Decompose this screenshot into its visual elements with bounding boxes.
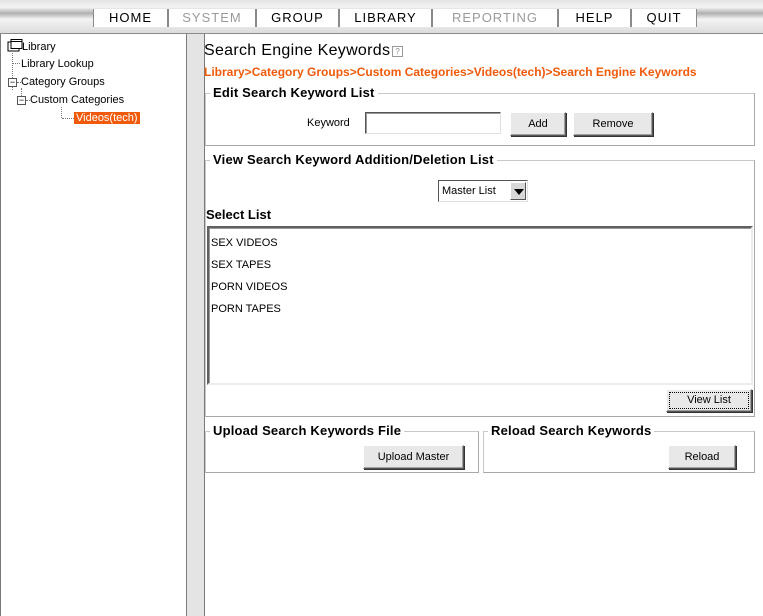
tree-node-videos-tech[interactable]: Videos(tech): [74, 111, 140, 125]
upload-master-button[interactable]: Upload Master: [363, 445, 464, 469]
page-title-text: Search Engine Keywords: [204, 42, 391, 59]
tree-node-category-groups[interactable]: Category Groups: [21, 75, 105, 89]
upload-keywords-fieldset: Upload Search Keywords File Upload Maste…: [205, 423, 479, 473]
list-type-select-value: Master List: [442, 185, 496, 197]
tree-node-selected-label: Videos(tech): [74, 112, 140, 124]
menu-help[interactable]: HELP: [558, 9, 631, 27]
view-list-button[interactable]: View List: [666, 389, 752, 412]
list-item[interactable]: PORN VIDEOS: [211, 280, 287, 294]
top-menu-bar: HOME SYSTEM GROUP LIBRARY REPORTING HELP…: [0, 0, 763, 34]
reload-keywords-legend: Reload Search Keywords: [488, 423, 655, 438]
navigation-tree-pane: Library Library Lookup − Category Groups…: [0, 34, 187, 616]
breadcrumb: Library>Category Groups>Custom Categorie…: [204, 65, 697, 79]
folder-icon: [7, 39, 23, 52]
chevron-down-icon[interactable]: [510, 182, 526, 200]
tree-node-library[interactable]: Library: [22, 40, 56, 54]
collapse-icon[interactable]: −: [8, 78, 17, 87]
menu-home[interactable]: HOME: [93, 9, 168, 27]
keyword-label: Keyword: [307, 117, 350, 129]
tree-node-library-lookup[interactable]: Library Lookup: [21, 57, 94, 71]
pane-divider[interactable]: [187, 34, 205, 616]
keyword-listbox[interactable]: SEX VIDEOS SEX TAPES PORN VIDEOS PORN TA…: [207, 226, 753, 385]
edit-keyword-fieldset: Edit Search Keyword List Keyword Add Rem…: [205, 85, 755, 146]
help-icon[interactable]: ?: [392, 46, 404, 57]
reload-keywords-fieldset: Reload Search Keywords Reload: [483, 423, 755, 473]
menu-quit[interactable]: QUIT: [631, 9, 697, 27]
list-item[interactable]: SEX TAPES: [211, 258, 271, 272]
tree-node-custom-categories[interactable]: Custom Categories: [30, 93, 124, 107]
list-type-select[interactable]: Master List: [438, 180, 528, 202]
menu-reporting[interactable]: REPORTING: [432, 9, 558, 27]
collapse-icon[interactable]: −: [17, 96, 26, 105]
page-title: Search Engine Keywords?: [204, 42, 404, 60]
reload-button[interactable]: Reload: [668, 445, 736, 469]
view-keyword-legend: View Search Keyword Addition/Deletion Li…: [210, 152, 497, 167]
tree-connector: [13, 63, 20, 64]
remove-button[interactable]: Remove: [573, 112, 653, 136]
tree-connector: [61, 107, 62, 118]
edit-keyword-legend: Edit Search Keyword List: [210, 85, 378, 100]
tree-connector: [62, 118, 74, 119]
keyword-input[interactable]: [365, 112, 501, 134]
menu-group[interactable]: GROUP: [256, 9, 339, 27]
menu-system[interactable]: SYSTEM: [168, 9, 256, 27]
upload-keywords-legend: Upload Search Keywords File: [210, 423, 405, 438]
menu-library[interactable]: LIBRARY: [339, 9, 432, 27]
list-item[interactable]: PORN TAPES: [211, 302, 281, 316]
select-list-label: Select List: [206, 207, 272, 222]
add-button[interactable]: Add: [510, 112, 566, 136]
list-item[interactable]: SEX VIDEOS: [211, 236, 278, 250]
